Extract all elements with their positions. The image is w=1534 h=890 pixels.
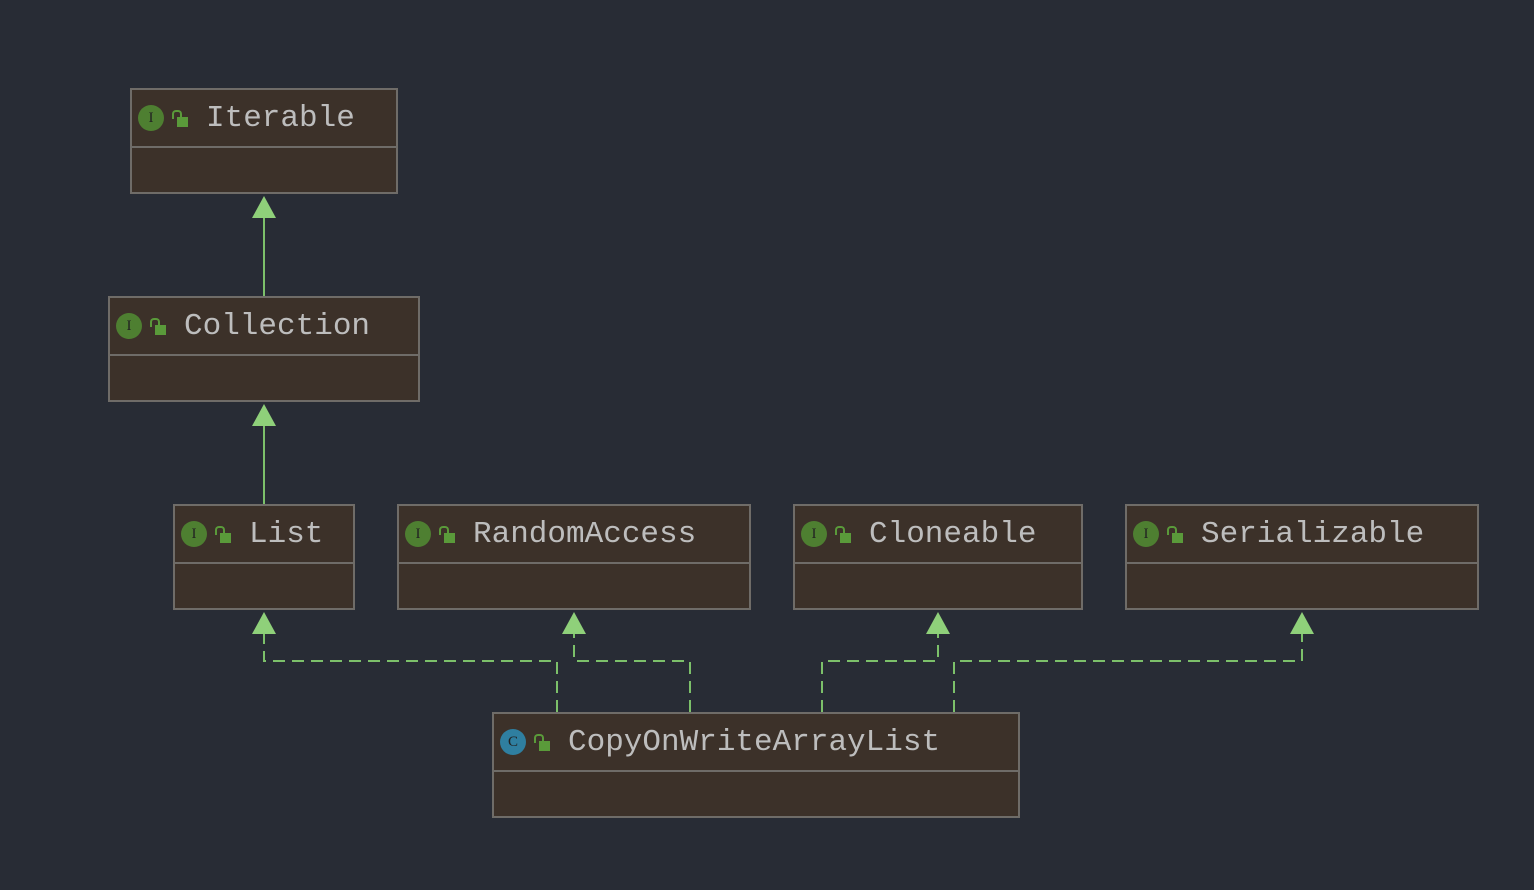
public-lock-icon <box>172 109 190 127</box>
public-lock-icon <box>150 317 168 335</box>
node-name: Collection <box>184 308 371 344</box>
node-list[interactable]: I List <box>173 504 355 610</box>
interface-icon: I <box>405 521 431 547</box>
node-iterable[interactable]: I Iterable <box>130 88 398 194</box>
public-lock-icon <box>439 525 457 543</box>
node-randomaccess[interactable]: I RandomAccess <box>397 504 751 610</box>
node-cloneable[interactable]: I Cloneable <box>793 504 1083 610</box>
arrowhead-cloneable <box>926 612 950 634</box>
interface-icon: I <box>138 105 164 131</box>
public-lock-icon <box>835 525 853 543</box>
node-name: CopyOnWriteArrayList <box>568 724 941 760</box>
edge-cowal-randomaccess <box>573 626 691 712</box>
node-name: RandomAccess <box>473 516 697 552</box>
interface-icon: I <box>801 521 827 547</box>
class-icon: C <box>500 729 526 755</box>
node-serializable[interactable]: I Serializable <box>1125 504 1479 610</box>
node-collection[interactable]: I Collection <box>108 296 420 402</box>
edge-cowal-cloneable <box>821 626 939 712</box>
edge-cowal-serializable <box>953 626 1303 712</box>
node-copyonwritearraylist[interactable]: C CopyOnWriteArrayList <box>492 712 1020 818</box>
node-name: Serializable <box>1201 516 1425 552</box>
interface-icon: I <box>181 521 207 547</box>
arrowhead-serializable <box>1290 612 1314 634</box>
arrowhead-iterable <box>252 196 276 218</box>
public-lock-icon <box>215 525 233 543</box>
public-lock-icon <box>1167 525 1185 543</box>
arrowhead-collection <box>252 404 276 426</box>
interface-icon: I <box>116 313 142 339</box>
public-lock-icon <box>534 733 552 751</box>
interface-icon: I <box>1133 521 1159 547</box>
node-name: Iterable <box>206 100 355 136</box>
arrowhead-randomaccess <box>562 612 586 634</box>
edge-cowal-list <box>263 626 558 712</box>
node-name: List <box>249 516 324 552</box>
node-name: Cloneable <box>869 516 1037 552</box>
arrowhead-list <box>252 612 276 634</box>
